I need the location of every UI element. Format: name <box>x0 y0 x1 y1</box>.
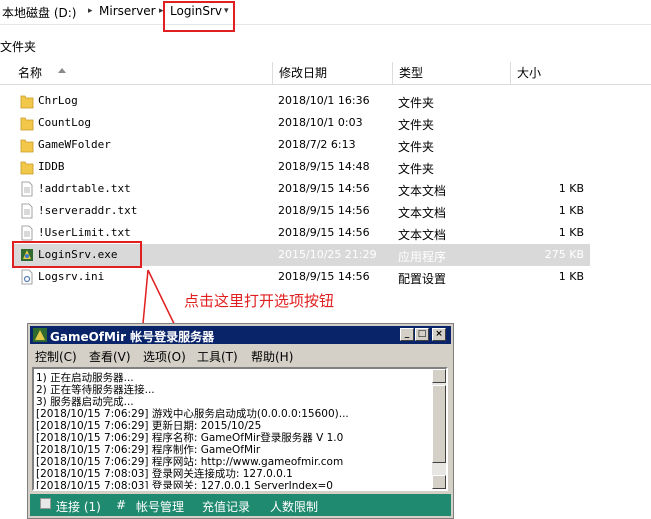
status-connect: 连接 (1) <box>56 500 101 514</box>
window-title: GameOfMir 帐号登录服务器 <box>50 330 215 344</box>
close-icon[interactable]: × <box>432 328 446 341</box>
annotation-text: 点击这里打开选项按钮 <box>184 292 335 310</box>
login-server-window: GameOfMir 帐号登录服务器 _ □ × 控制(C) 查看(V) 选项(O… <box>27 323 454 519</box>
menubar: 控制(C) 查看(V) 选项(O) 工具(T) 帮助(H) <box>30 345 451 365</box>
menu-tools[interactable]: 工具(T) <box>197 348 238 365</box>
app-icon <box>33 328 47 342</box>
maximize-icon[interactable]: □ <box>415 328 429 341</box>
menu-control[interactable]: 控制(C) <box>35 348 77 365</box>
status-bar: 连接 (1) # 帐号管理 充值记录 人数限制 <box>30 494 451 516</box>
player-limit-button[interactable]: 人数限制 <box>270 498 318 515</box>
scroll-thumb[interactable] <box>432 385 446 463</box>
vertical-scrollbar[interactable] <box>432 369 446 489</box>
menu-options[interactable]: 选项(O) <box>143 348 186 365</box>
status-hash: # <box>116 498 127 512</box>
account-manage-button[interactable]: 帐号管理 <box>136 498 184 515</box>
recharge-records-button[interactable]: 充值记录 <box>202 498 250 515</box>
menu-view[interactable]: 查看(V) <box>89 348 131 365</box>
minimize-icon[interactable]: _ <box>400 328 414 341</box>
log-output[interactable]: 1) 正在启动服务器... 2) 正在等待服务器连接... 3) 服务器启动完成… <box>32 367 448 491</box>
scroll-down-icon[interactable] <box>432 475 446 489</box>
menu-help[interactable]: 帮助(H) <box>251 348 293 365</box>
window-titlebar[interactable]: GameOfMir 帐号登录服务器 _ □ × <box>30 326 451 344</box>
scroll-up-icon[interactable] <box>432 369 446 383</box>
log-line: [2018/10/15 7:08:03] 登录网关: 127.0.0.1 Ser… <box>36 480 333 491</box>
connect-checkbox[interactable] <box>40 498 51 509</box>
